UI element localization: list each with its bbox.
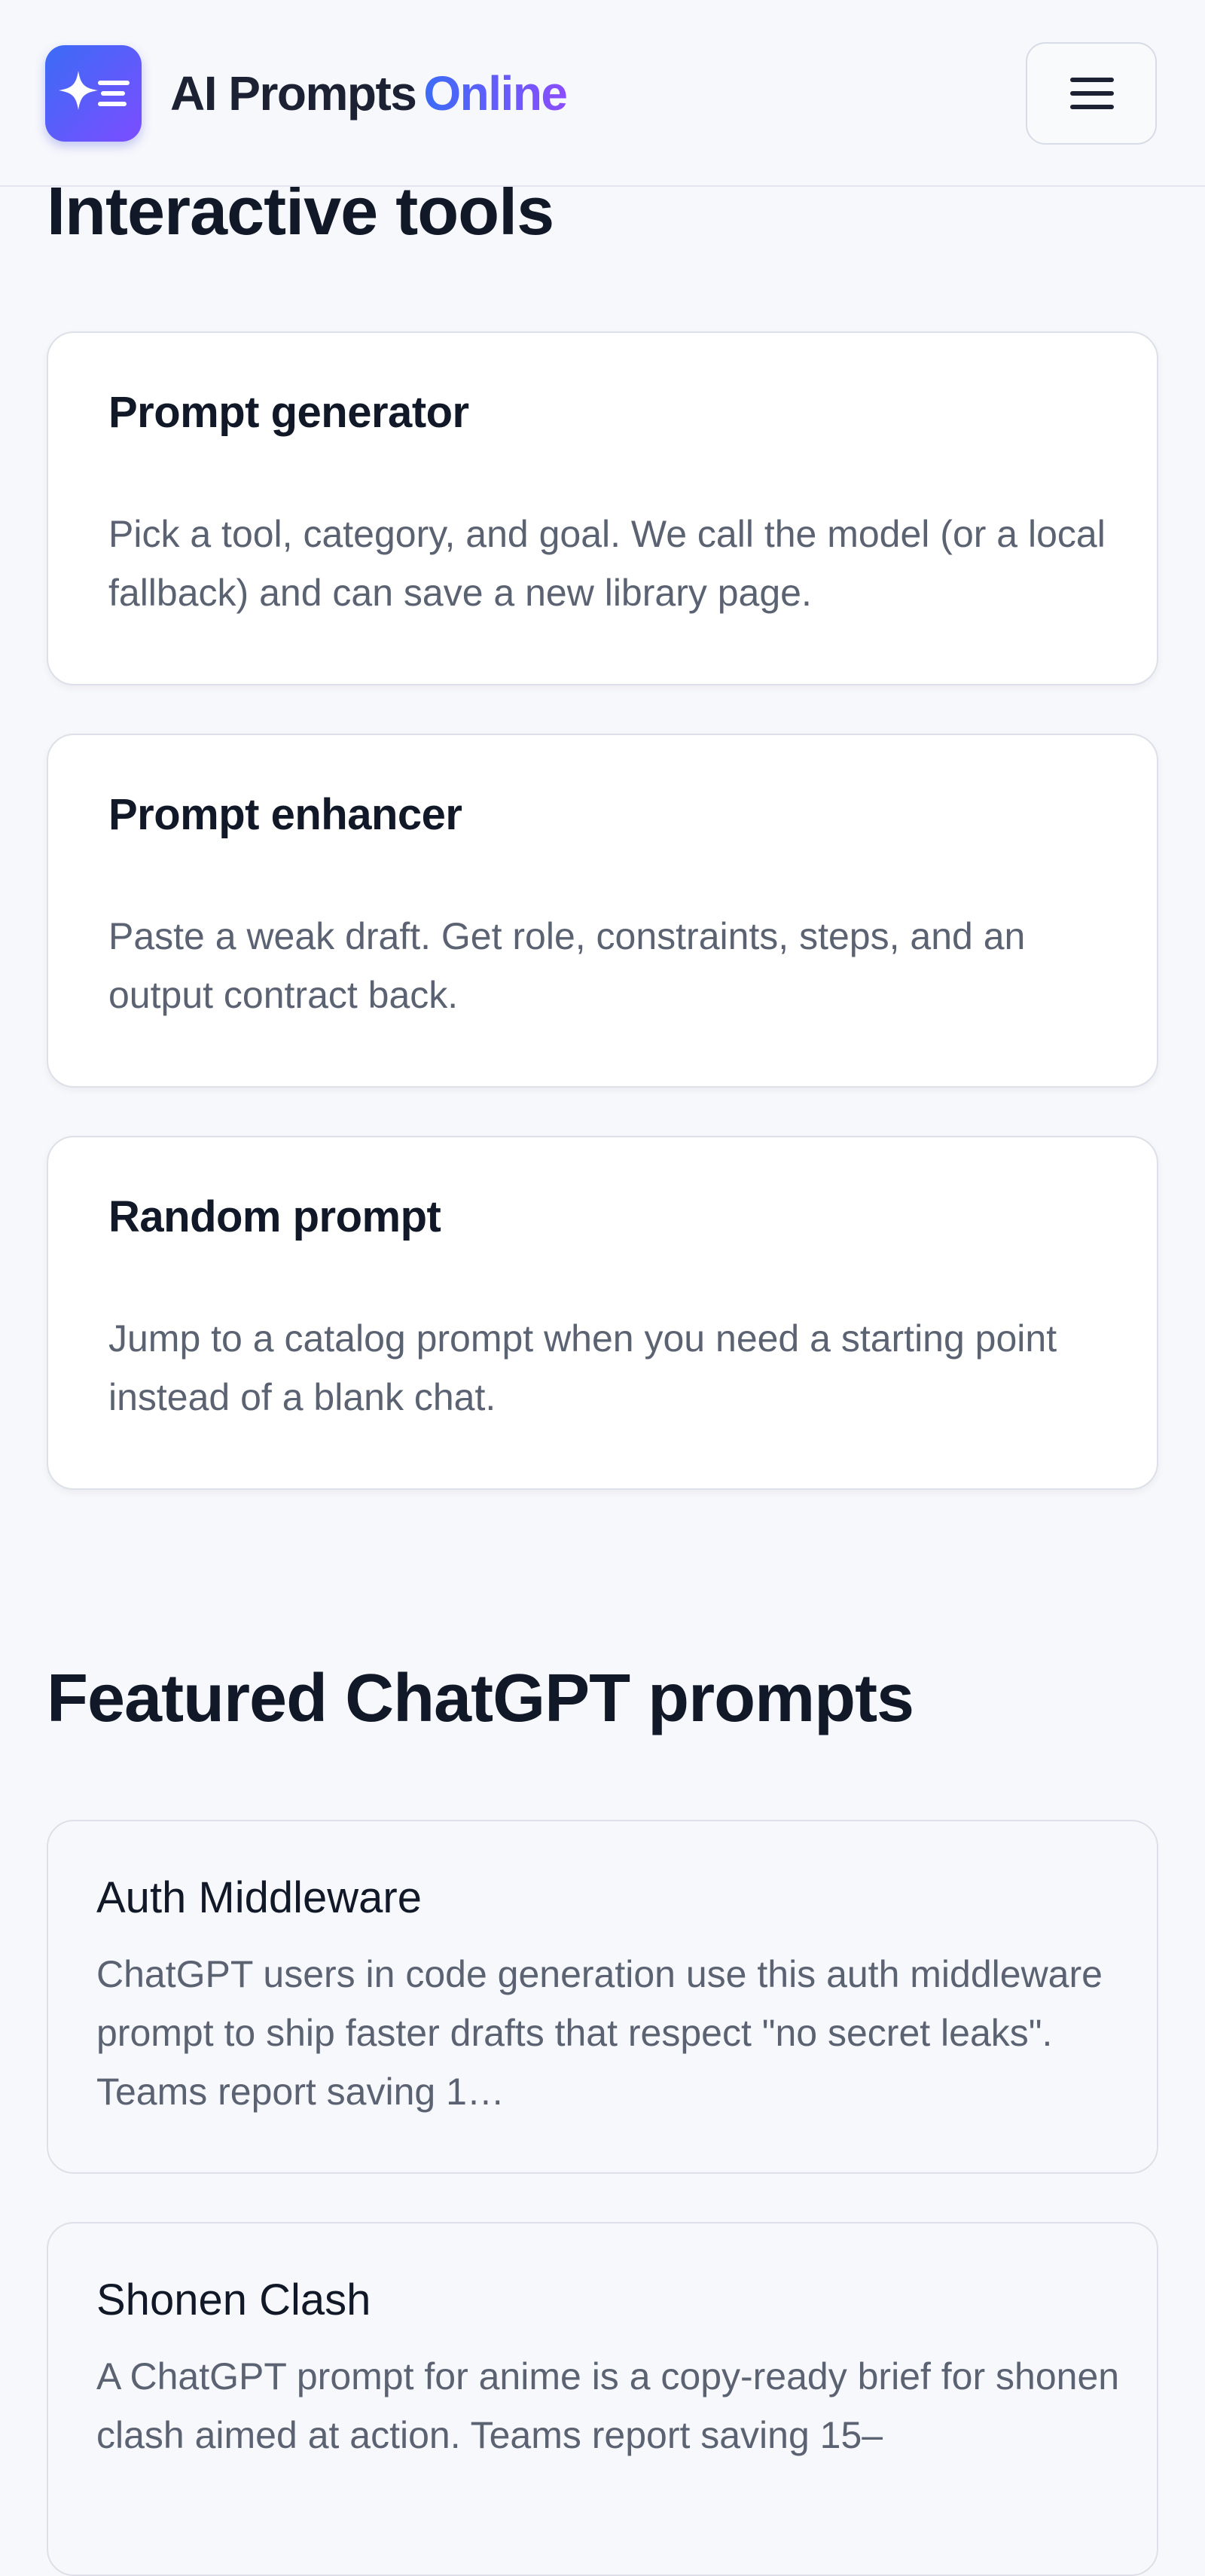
- tool-card-description: Pick a tool, category, and goal. We call…: [108, 513, 1106, 614]
- logo-badge[interactable]: [45, 45, 142, 142]
- prompt-card-description: A ChatGPT prompt for anime is a copy-rea…: [96, 2355, 1120, 2456]
- tool-card-random-prompt[interactable]: Random prompt Jump to a catalog prompt w…: [47, 1136, 1158, 1490]
- tool-card-title: Prompt enhancer: [108, 790, 462, 839]
- tool-card-description: Paste a weak draft. Get role, constraint…: [108, 915, 1026, 1016]
- tool-card-title: Prompt generator: [108, 388, 469, 437]
- tool-card-prompt-generator[interactable]: Prompt generator Pick a tool, category, …: [47, 331, 1158, 685]
- tool-card-title: Random prompt: [108, 1192, 441, 1241]
- sparkle-lines-icon: [59, 71, 130, 110]
- brand-name: AI Prompts: [170, 66, 417, 121]
- prompt-card-title: Shonen Clash: [96, 2275, 371, 2324]
- hamburger-menu-icon: [1070, 78, 1114, 109]
- prompt-card-auth-middleware[interactable]: Auth Middleware ChatGPT users in code ge…: [47, 1820, 1158, 2174]
- menu-button[interactable]: [1026, 42, 1157, 145]
- site-brand[interactable]: AI Prompts Online: [170, 63, 568, 124]
- prompt-card-title: Auth Middleware: [96, 1873, 422, 1922]
- featured-prompts-heading: Featured ChatGPT prompts: [47, 1661, 914, 1736]
- site-header: AI Prompts Online: [0, 0, 1205, 187]
- prompt-card-shonen-clash[interactable]: Shonen Clash A ChatGPT prompt for anime …: [47, 2222, 1158, 2576]
- prompt-card-description: ChatGPT users in code generation use thi…: [96, 1953, 1103, 2113]
- tool-card-prompt-enhancer[interactable]: Prompt enhancer Paste a weak draft. Get …: [47, 734, 1158, 1088]
- brand-accent: Online: [423, 66, 568, 121]
- tool-card-description: Jump to a catalog prompt when you need a…: [108, 1317, 1057, 1418]
